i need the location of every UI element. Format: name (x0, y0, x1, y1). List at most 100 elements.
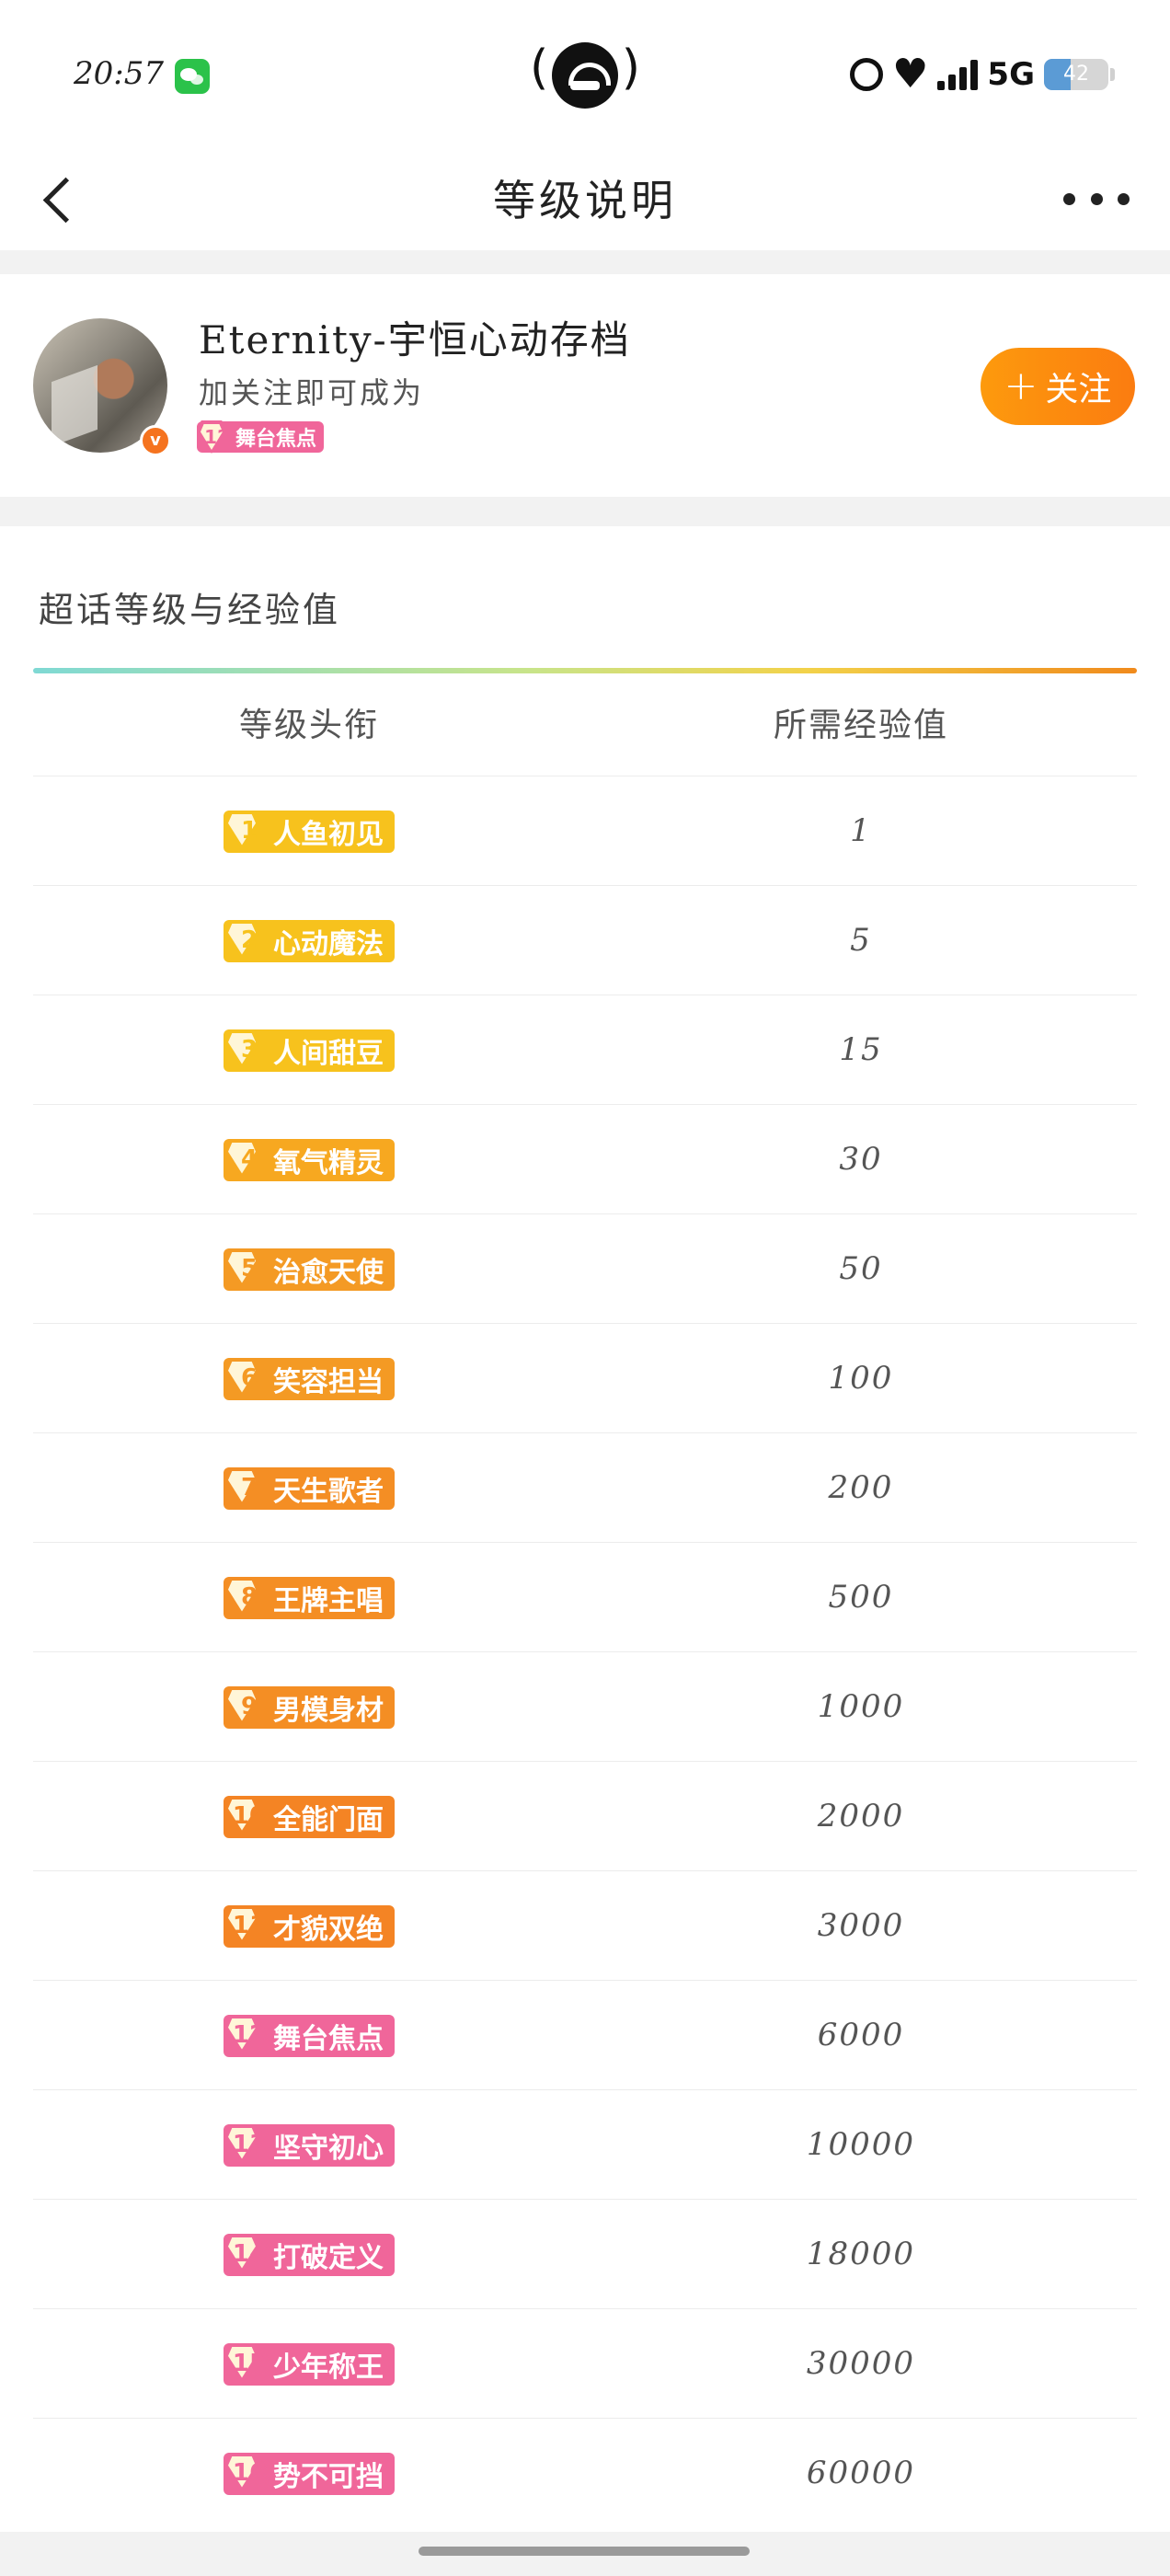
level-badge: 3 人间甜豆 (224, 1029, 395, 1072)
level-badge: 11 才貌双绝 (224, 1904, 395, 1948)
level-title: 王牌主唱 (273, 1584, 384, 1617)
level-badge: 4 氧气精灵 (224, 1138, 395, 1181)
signal-icon (937, 59, 979, 90)
column-header-exp: 所需经验值 (773, 707, 948, 744)
table-row: 14 打破定义 18000 (33, 2200, 1137, 2309)
level-title: 天生歌者 (273, 1475, 384, 1508)
level-title: 治愈天使 (273, 1256, 384, 1289)
right-paren-icon: ) (621, 40, 640, 96)
table-row: 8 王牌主唱 500 (33, 1543, 1137, 1652)
network-label: 5G (987, 56, 1035, 93)
cloud-sync-icon (552, 42, 618, 109)
level-badge: 10 全能门面 (224, 1795, 395, 1838)
level-cell: 3 人间甜豆 (33, 995, 585, 1105)
level-number: 3 (240, 1035, 258, 1064)
level-cell: 14 打破定义 (33, 2200, 585, 2309)
table-row: 12 舞台焦点 6000 (33, 1981, 1137, 2090)
verified-icon: v (140, 425, 171, 456)
level-badge: 1 人鱼初见 (224, 810, 395, 853)
exp-value: 6000 (817, 2017, 905, 2053)
status-bar: 20:57 ( ) ♥ 5G 42 (0, 0, 1170, 147)
table-row: 1 人鱼初见 1 (33, 776, 1137, 886)
table-row: 13 坚守初心 10000 (33, 2090, 1137, 2200)
level-number: 1 (240, 816, 258, 845)
level-number: 5 (240, 1254, 258, 1282)
status-time: 20:57 (74, 55, 164, 92)
center-indicator: ( ) (530, 40, 640, 114)
follow-button[interactable]: + 关注 (981, 348, 1135, 425)
level-badge: 5 治愈天使 (224, 1248, 395, 1291)
table-row: 5 治愈天使 50 (33, 1214, 1137, 1324)
level-cell: 10 全能门面 (33, 1762, 585, 1871)
profile-name[interactable]: Eternity-宇恒心动存档 (199, 309, 631, 365)
level-cell: 9 男模身材 (33, 1652, 585, 1762)
level-cell: 2 心动魔法 (33, 886, 585, 995)
more-icon[interactable] (1063, 180, 1130, 217)
level-cell: 13 坚守初心 (33, 2090, 585, 2200)
level-number: 8 (240, 1582, 258, 1611)
level-title: 笑容担当 (273, 1365, 384, 1398)
level-cell: 12 舞台焦点 (33, 1981, 585, 2090)
exp-value: 5 (850, 922, 872, 959)
heart-icon: ♥ (891, 51, 929, 98)
level-cell: 11 才貌双绝 (33, 1871, 585, 1981)
level-badge: 7 天生歌者 (224, 1466, 395, 1510)
level-title: 人鱼初见 (273, 818, 384, 851)
level-badge: 6 笑容担当 (224, 1357, 395, 1400)
exp-value: 30 (839, 1141, 883, 1178)
battery-level: 42 (1063, 63, 1089, 86)
table-row: 4 氧气精灵 30 (33, 1105, 1137, 1214)
exp-value: 18000 (806, 2236, 916, 2272)
column-header-title: 等级头衔 (238, 707, 379, 744)
level-cell: 6 笑容担当 (33, 1324, 585, 1433)
plus-icon: + (1004, 362, 1038, 409)
level-number: 4 (240, 1144, 258, 1173)
table-row: 10 全能门面 2000 (33, 1762, 1137, 1871)
level-title: 氧气精灵 (273, 1146, 384, 1179)
level-number: 14 (232, 2239, 267, 2268)
level-badge: 13 坚守初心 (224, 2123, 395, 2167)
level-badge: 2 心动魔法 (224, 919, 395, 962)
exp-value: 500 (828, 1579, 894, 1616)
level-title: 舞台焦点 (273, 2022, 384, 2055)
exp-value: 200 (828, 1469, 894, 1506)
table-row: 16 势不可挡 60000 (33, 2419, 1137, 2528)
table-header: 等级头衔 所需经验值 (33, 675, 1137, 776)
exp-value: 10000 (806, 2126, 916, 2163)
bottom-bar (0, 2532, 1170, 2576)
table-row: 9 男模身材 1000 (33, 1652, 1137, 1762)
level-number: 9 (240, 1692, 258, 1720)
home-indicator[interactable] (419, 2547, 750, 2556)
level-cell: 16 势不可挡 (33, 2419, 585, 2528)
level-number: 15 (232, 2349, 267, 2377)
gradient-divider (33, 668, 1137, 673)
exp-value: 3000 (817, 1907, 905, 1944)
level-title: 舞台焦点 (235, 428, 317, 451)
battery-icon: 42 (1044, 59, 1108, 90)
level-title: 才貌双绝 (273, 1913, 384, 1946)
page-title: 等级说明 (493, 176, 677, 225)
profile-level-badge: 12 舞台焦点 (197, 421, 325, 453)
level-title: 人间甜豆 (273, 1037, 384, 1070)
left-paren-icon: ( (530, 40, 549, 96)
level-number: 11 (232, 1911, 267, 1939)
nav-bar: 等级说明 (0, 147, 1170, 250)
exp-value: 15 (839, 1031, 883, 1068)
level-number: 10 (232, 1801, 267, 1830)
level-number: 7 (240, 1473, 258, 1501)
battery-tip (1110, 68, 1115, 81)
table-row: 7 天生歌者 200 (33, 1433, 1137, 1543)
level-number: 6 (240, 1363, 258, 1392)
table-row: 15 少年称王 30000 (33, 2309, 1137, 2419)
table-row: 2 心动魔法 5 (33, 886, 1137, 995)
exp-value: 30000 (806, 2345, 916, 2382)
follow-label: 关注 (1045, 371, 1112, 408)
level-number: 2 (240, 926, 258, 954)
level-cell: 1 人鱼初见 (33, 776, 585, 886)
level-title: 少年称王 (273, 2351, 384, 2384)
level-table: 1 人鱼初见 1 2 心动魔法 5 3 人间甜豆 15 4 氧气精灵 30 5 治愈天使 50 6 笑容担当 10… (33, 776, 1137, 2528)
level-badge: 14 打破定义 (224, 2233, 395, 2276)
level-title: 心动魔法 (273, 927, 384, 960)
table-row: 6 笑容担当 100 (33, 1324, 1137, 1433)
level-title: 全能门面 (273, 1803, 384, 1836)
